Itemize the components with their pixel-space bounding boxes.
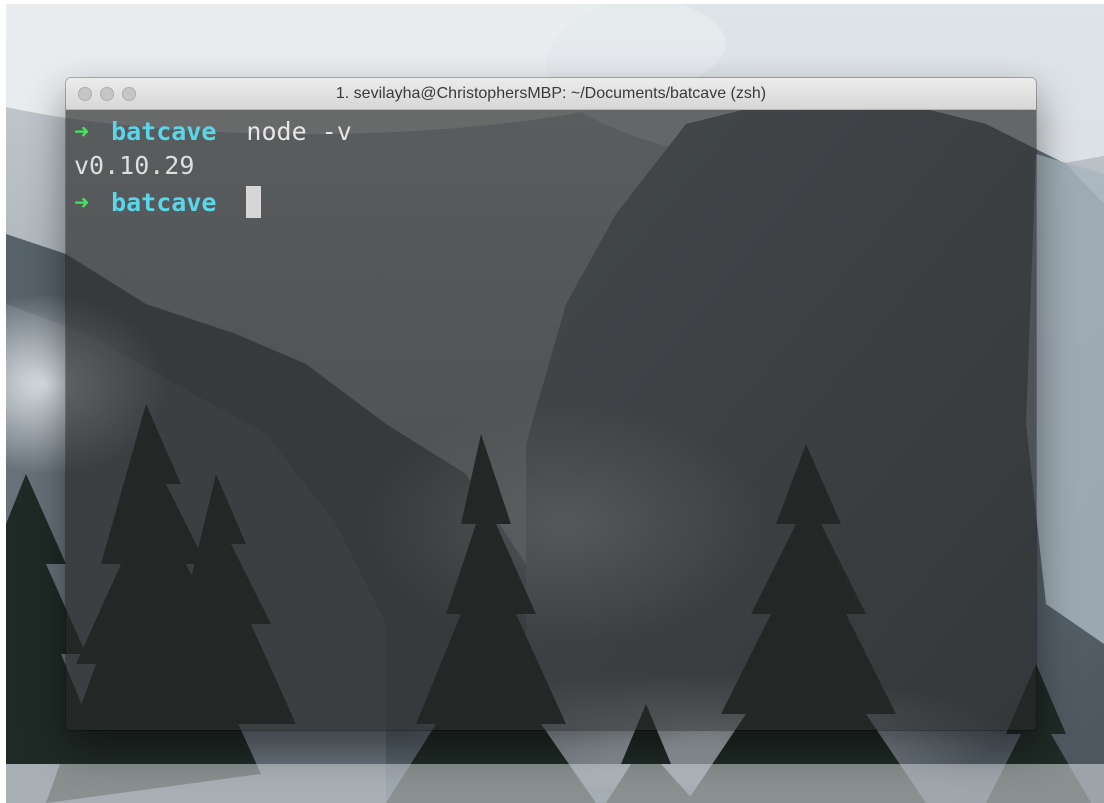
- prompt-directory: batcave: [111, 188, 217, 217]
- terminal-output[interactable]: ➜ batcave node -v v0.10.29 ➜ batcave: [66, 110, 1036, 730]
- title-bar[interactable]: 1. sevilayha@ChristophersMBP: ~/Document…: [66, 78, 1036, 110]
- block-cursor-icon[interactable]: [246, 186, 262, 218]
- terminal-window[interactable]: 1. sevilayha@ChristophersMBP: ~/Document…: [66, 78, 1036, 730]
- prompt-directory: batcave: [111, 117, 217, 146]
- command-text: node -v: [246, 117, 352, 146]
- prompt-arrow-icon: ➜: [74, 117, 90, 146]
- window-title: 1. sevilayha@ChristophersMBP: ~/Document…: [335, 85, 767, 102]
- output-text: v0.10.29: [74, 151, 195, 180]
- prompt-line: ➜ batcave: [74, 185, 262, 221]
- output-line: v0.10.29: [74, 148, 194, 184]
- prompt-arrow-icon: ➜: [74, 188, 90, 217]
- prompt-line: ➜ batcave node -v: [74, 114, 352, 150]
